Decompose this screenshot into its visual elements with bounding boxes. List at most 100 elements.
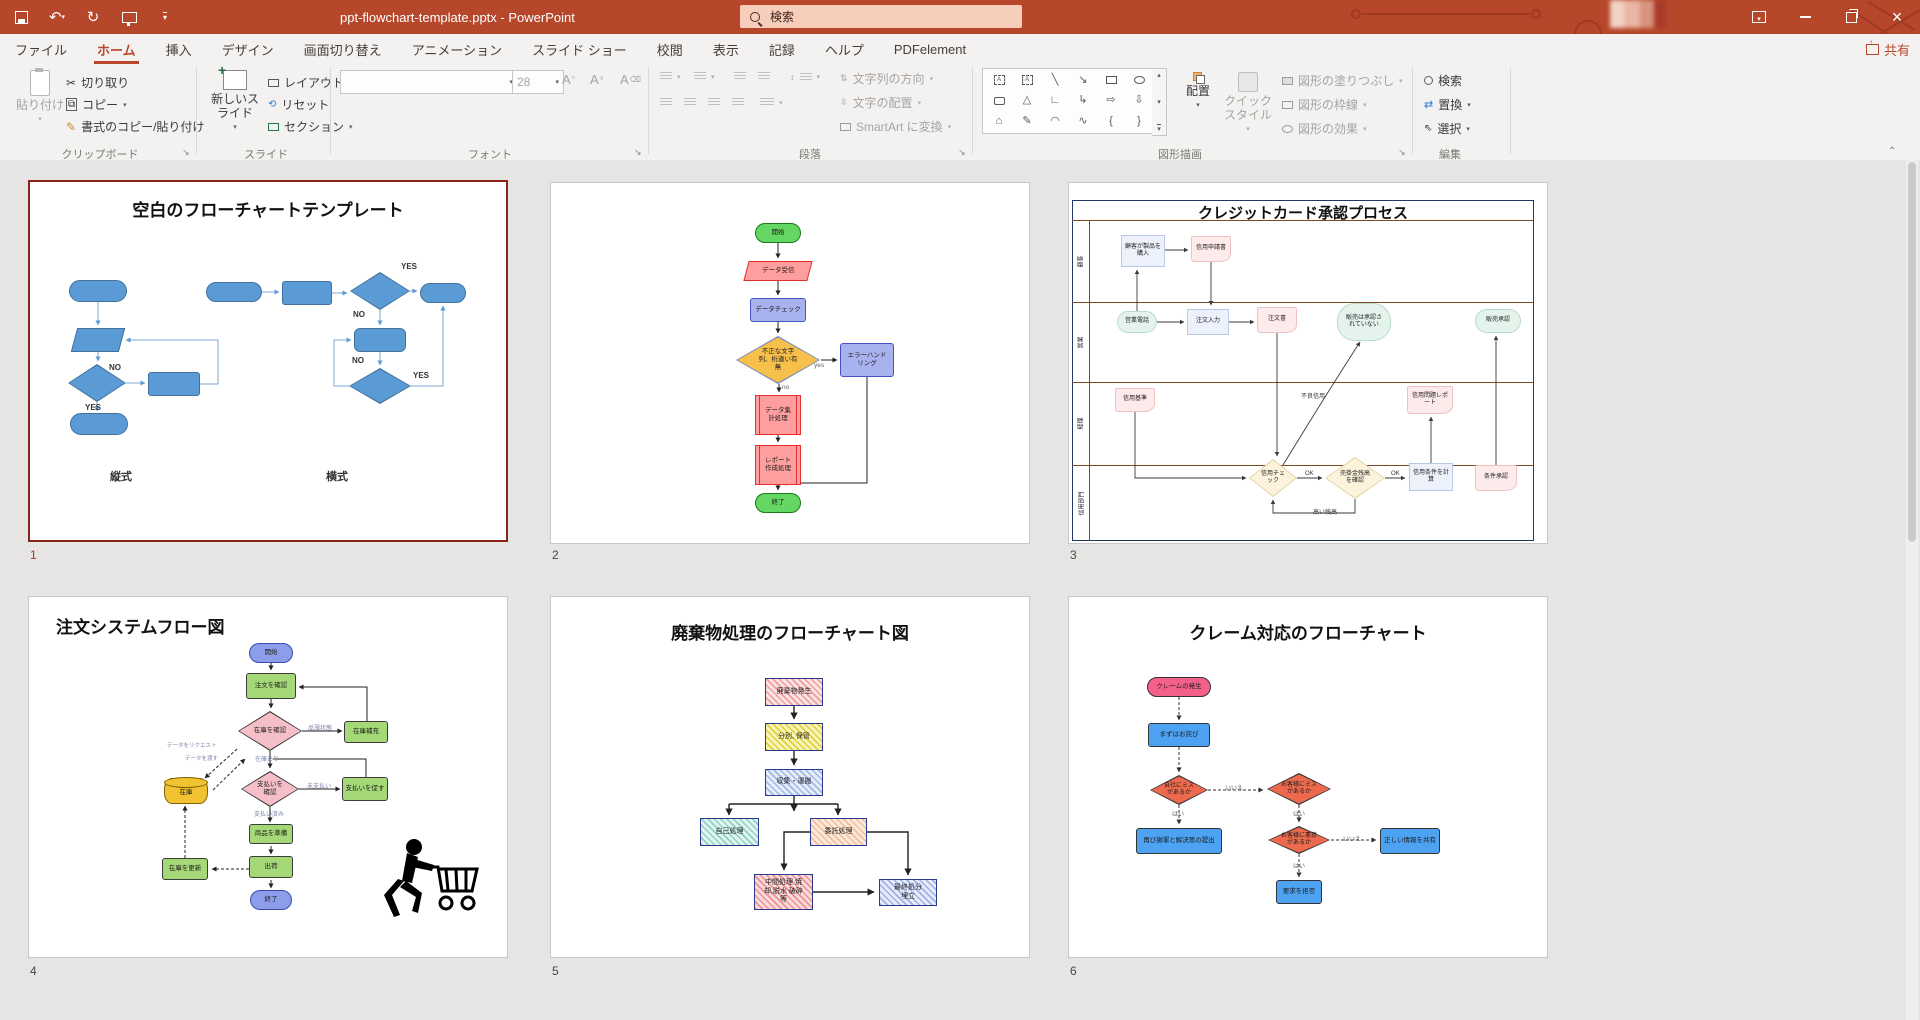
tab-animations[interactable]: アニメーション [397, 34, 517, 64]
increase-indent-button[interactable] [758, 72, 770, 81]
dialog-launcher-icon[interactable]: ↘ [634, 147, 642, 158]
align-right-button[interactable] [708, 98, 720, 107]
format-painter-button[interactable]: ✎書式のコピー/貼り付け [66, 118, 204, 135]
slide-thumbnail-5[interactable]: 廃棄物処理のフローチャート図 廃棄物発生 分別, 保管 収集・運搬 自己処理 委… [550, 596, 1030, 958]
flow-node-end: 終了 [755, 493, 801, 513]
tab-transitions[interactable]: 画面切り替え [289, 34, 397, 64]
slide-number: 3 [1070, 548, 1077, 562]
undo-button[interactable]: ↶▾ [46, 6, 68, 28]
justify-button[interactable] [732, 98, 744, 107]
search-input[interactable] [768, 9, 982, 25]
font-size-combo[interactable]: 28▾ [512, 70, 564, 94]
flow-node-inventory-db: 在庫 [164, 778, 208, 804]
restore-button[interactable] [1828, 0, 1874, 34]
minimize-icon [1800, 16, 1811, 18]
shape-fill-button[interactable]: 図形の塗りつぶし▾ [1282, 72, 1403, 89]
bullets-button[interactable]: ▾ [660, 72, 681, 81]
replace-button[interactable]: ⇄置換▾ [1424, 96, 1471, 113]
clear-formatting-button[interactable]: A⌫ [620, 72, 641, 87]
slide-title: クレーム対応のフローチャート [1069, 619, 1547, 644]
grow-font-button[interactable]: A^ [562, 72, 575, 87]
edge-label-yes: はい [1293, 861, 1305, 870]
ribbon-display-options-button[interactable]: ▾ [1736, 0, 1782, 34]
arrange-button[interactable]: 配置 ▾ [1178, 72, 1218, 110]
copy-button[interactable]: ⧉コピー▾ [66, 96, 127, 113]
shape-effects-button[interactable]: 図形の効果▾ [1282, 120, 1367, 137]
minimize-button[interactable] [1782, 0, 1828, 34]
slide-thumbnail-2[interactable]: 開始 データ受信 データチェック 不正な文字列、桁違い有無 yes エラーハンド… [550, 182, 1030, 544]
edge-label-high-balance: 高い残高 [1313, 507, 1337, 516]
share-button[interactable]: 共有 [1866, 34, 1910, 64]
decrease-indent-button[interactable] [734, 72, 746, 81]
shrink-font-button[interactable]: A˅ [590, 72, 604, 87]
start-slideshow-button[interactable] [118, 6, 140, 28]
decrease-indent-icon [734, 72, 746, 81]
edge-label-yes: はい [1293, 809, 1305, 818]
find-button[interactable]: 検索 [1424, 72, 1462, 89]
font-name-combo[interactable]: ▾ [340, 70, 518, 94]
align-text-button[interactable]: ⇳文字の配置▾ [840, 94, 921, 111]
flow-node-start [69, 280, 127, 302]
quick-styles-button[interactable]: クイック スタイル ▾ [1222, 72, 1274, 134]
flow-node-end [70, 413, 128, 435]
tab-review[interactable]: 校閲 [642, 34, 698, 64]
cut-button[interactable]: ✂切り取り [66, 74, 129, 91]
avatar[interactable] [1610, 0, 1666, 28]
tab-view[interactable]: 表示 [698, 34, 754, 64]
scrollbar-thumb[interactable] [1908, 162, 1916, 542]
section-button[interactable]: セクション▾ [268, 118, 353, 135]
align-center-icon [684, 98, 696, 107]
tab-pdfelement[interactable]: PDFelement [879, 34, 981, 64]
shapes-gallery-scrollbar[interactable]: ▴ ▾ ▾ [1152, 68, 1167, 136]
align-left-button[interactable] [660, 98, 672, 107]
paste-button[interactable]: 貼り付け ▾ [14, 70, 66, 124]
numbering-button[interactable]: ▾ [694, 72, 715, 81]
edge-label-no: NO [109, 363, 121, 372]
reset-button[interactable]: ⟲リセット [268, 96, 329, 113]
slide-thumbnail-3[interactable]: クレジットカード承認プロセス 顧客 営業 経理 信用部門 [1068, 182, 1548, 544]
dialog-launcher-icon[interactable]: ↘ [958, 147, 966, 158]
convert-smartart-button[interactable]: SmartArt に変換▾ [840, 118, 951, 135]
flow-node-decision [350, 272, 410, 310]
columns-button[interactable]: ▾ [760, 98, 783, 107]
freeform-shape-icon: ⌂ [996, 116, 1003, 127]
close-button[interactable]: × [1874, 0, 1920, 34]
flow-node-update-inventory: 在庫を更新 [162, 858, 208, 880]
shapes-gallery[interactable]: A A ╲ ↘ △ ∟ ↳ ⇨ ⇩ ⌂ ✎ ◠ ∿ { } [982, 68, 1156, 134]
text-direction-icon: ⇅ [840, 73, 848, 84]
diagram-caption-horizontal: 横式 [326, 468, 348, 484]
dialog-launcher-icon[interactable]: ↘ [182, 147, 190, 158]
tab-file[interactable]: ファイル [0, 34, 82, 64]
slide-thumbnail-4[interactable]: 注文システムフロー図 開始 注文を確認 在庫を確認 品薄状態 在庫補充 在庫あり… [28, 596, 508, 958]
customize-qat-button[interactable]: ▾ [154, 6, 176, 28]
edge-label-low-stock: 品薄状態 [308, 723, 332, 732]
flow-node-not-approved: 販売は承認されていない [1337, 303, 1391, 341]
redo-button[interactable]: ↻ [82, 6, 104, 28]
flowchart-connectors [30, 182, 510, 544]
new-slide-button[interactable]: 新しいスライド ▾ [206, 70, 264, 132]
shape-effects-icon [1282, 125, 1293, 133]
save-button[interactable] [10, 6, 32, 28]
tab-design[interactable]: デザイン [207, 34, 289, 64]
layout-label: レイアウト [284, 74, 344, 91]
collapse-ribbon-button[interactable]: ⌃ [1888, 146, 1896, 157]
text-direction-button[interactable]: ⇅文字列の方向▾ [840, 70, 933, 87]
line-spacing-button[interactable]: ↕▾ [790, 72, 820, 82]
left-brace-shape-icon: { [1109, 116, 1113, 127]
tab-record[interactable]: 記録 [754, 34, 810, 64]
tab-insert[interactable]: 挿入 [151, 34, 207, 64]
tab-slideshow[interactable]: スライド ショー [517, 34, 642, 64]
paste-label: 貼り付け [16, 99, 64, 113]
smartart-icon [840, 123, 851, 131]
align-center-button[interactable] [684, 98, 696, 107]
slide-thumbnail-1[interactable]: 空白のフローチャートテンプレート NO YES YES NO NO YES 縦式… [28, 180, 508, 542]
select-button[interactable]: ⇖選択▾ [1424, 120, 1470, 137]
edge-label-no: いいえ [1225, 783, 1243, 792]
tab-home[interactable]: ホーム [82, 34, 151, 64]
edge-label-no: NO [352, 356, 364, 365]
vertical-scrollbar[interactable] [1906, 160, 1918, 1020]
slide-thumbnail-6[interactable]: クレーム対応のフローチャート クレームの発生 まずはお詫び 自社にミスがあるか … [1068, 596, 1548, 958]
shape-outline-button[interactable]: 図形の枠線▾ [1282, 96, 1367, 113]
search-box[interactable] [740, 5, 1022, 28]
tab-help[interactable]: ヘルプ [810, 34, 879, 64]
